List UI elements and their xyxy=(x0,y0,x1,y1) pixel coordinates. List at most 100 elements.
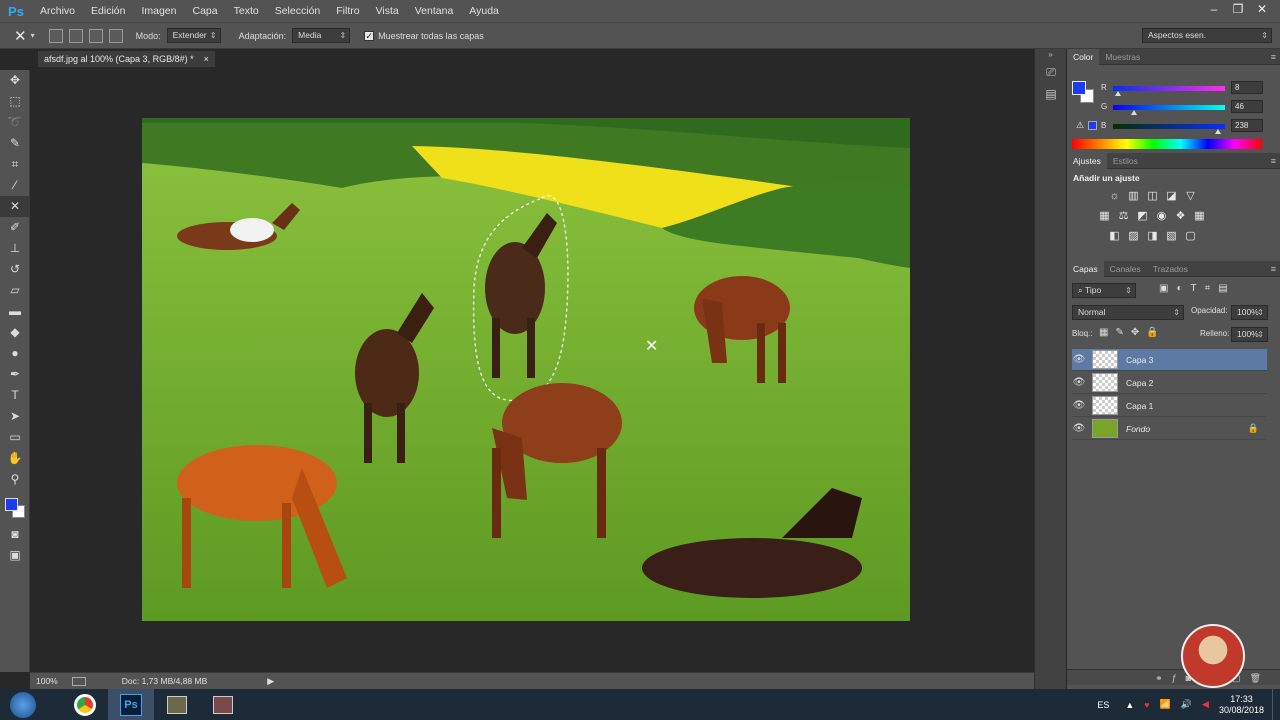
gradient-tool-icon[interactable]: ▬ xyxy=(0,301,30,322)
shape-tool-icon[interactable]: ▭ xyxy=(0,427,30,448)
color-lookup-icon[interactable]: ▦ xyxy=(1190,208,1209,225)
sample-all-checkbox[interactable]: ✓ xyxy=(364,30,375,41)
filter-adjust-icon[interactable]: ◐ xyxy=(1176,283,1190,294)
brush-size-icon[interactable] xyxy=(48,28,63,43)
posterize-icon[interactable]: ▨ xyxy=(1124,228,1143,245)
red-bar[interactable] xyxy=(1113,86,1225,91)
threshold-icon[interactable]: ◨ xyxy=(1143,228,1162,245)
lock-pixels-icon[interactable]: ✎ xyxy=(1115,327,1130,338)
document-tab[interactable]: afsdf.jpg al 100% (Capa 3, RGB/8#) * × xyxy=(38,51,215,67)
mode-new-icon[interactable] xyxy=(68,28,83,43)
tool-preset-dropdown-icon[interactable]: ▾ xyxy=(31,31,35,40)
minimize-button[interactable]: – xyxy=(1202,0,1226,20)
lasso-tool-icon[interactable]: ➰ xyxy=(0,112,30,133)
delete-layer-icon[interactable]: 🗑 xyxy=(1250,673,1270,683)
fg-color-chip[interactable] xyxy=(1072,81,1086,95)
layer-row[interactable]: 👁 Capa 2 xyxy=(1072,372,1267,394)
mode-subtract-icon[interactable] xyxy=(108,28,123,43)
marquee-tool-icon[interactable]: ⬚ xyxy=(0,91,30,112)
brush-tool-icon[interactable]: ✐ xyxy=(0,217,30,238)
visibility-eye-icon[interactable]: 👁 xyxy=(1072,354,1086,365)
screen-mode-icon[interactable]: ▣ xyxy=(0,545,30,566)
move-tool-icon[interactable]: ✥ xyxy=(0,70,30,91)
visibility-eye-icon[interactable]: 👁 xyxy=(1072,400,1086,411)
zoom-level[interactable]: 100% xyxy=(36,676,58,686)
type-tool-icon[interactable]: T xyxy=(0,385,30,406)
menu-edicion[interactable]: Edición xyxy=(83,0,133,22)
tab-styles[interactable]: Estilos xyxy=(1107,153,1144,169)
green-slider[interactable]: G 46 xyxy=(1067,100,1280,118)
color-panel-menu-icon[interactable]: ≡ xyxy=(1271,52,1276,62)
notification-icon[interactable]: ◀ xyxy=(1202,699,1209,710)
history-brush-tool-icon[interactable]: ↺ xyxy=(0,259,30,280)
tab-paths[interactable]: Trazados xyxy=(1147,261,1194,277)
filter-smart-icon[interactable]: ▤ xyxy=(1218,283,1235,294)
gradient-map-icon[interactable]: ▧ xyxy=(1162,228,1181,245)
fill-input[interactable]: 100% xyxy=(1231,327,1268,342)
close-window-button[interactable]: ✕ xyxy=(1250,0,1274,20)
blue-value-input[interactable]: 238 xyxy=(1231,119,1263,132)
curves-icon[interactable]: ◫ xyxy=(1143,188,1162,205)
brightness-icon[interactable]: ☼ xyxy=(1105,188,1124,205)
language-indicator[interactable]: ES xyxy=(1097,700,1109,710)
red-knob[interactable] xyxy=(1115,91,1121,96)
levels-icon[interactable]: ▥ xyxy=(1124,188,1143,205)
filter-pixel-icon[interactable]: ▣ xyxy=(1159,283,1176,294)
layer-row[interactable]: 👁 Fondo 🔒 xyxy=(1072,418,1267,440)
tab-adjustments[interactable]: Ajustes xyxy=(1067,152,1107,169)
dock-collapse-icon[interactable]: » xyxy=(1035,49,1066,61)
fx-icon[interactable]: ƒ xyxy=(1172,673,1186,683)
menu-ventana[interactable]: Ventana xyxy=(407,0,462,22)
adjustments-panel-menu-icon[interactable]: ≡ xyxy=(1271,156,1276,166)
color-spectrum-bar[interactable] xyxy=(1072,139,1262,149)
tray-app-icon[interactable]: ♥ xyxy=(1144,700,1149,710)
menu-vista[interactable]: Vista xyxy=(368,0,407,22)
tray-expand-icon[interactable]: ▲ xyxy=(1125,700,1134,710)
taskbar-photoshop[interactable]: Ps xyxy=(108,689,154,720)
layer-name[interactable]: Fondo xyxy=(1126,424,1150,434)
tab-layers[interactable]: Capas xyxy=(1067,260,1104,277)
image-canvas[interactable]: ✕ xyxy=(142,118,910,621)
tab-channels[interactable]: Canales xyxy=(1104,261,1147,277)
properties-panel-icon[interactable]: ▤ xyxy=(1035,83,1067,105)
green-bar[interactable] xyxy=(1113,105,1225,110)
quick-selection-tool-icon[interactable]: ✎ xyxy=(0,133,30,154)
menu-capa[interactable]: Capa xyxy=(185,0,226,22)
filter-type-icon[interactable]: T xyxy=(1191,283,1205,294)
layer-row[interactable]: 👁 Capa 3 xyxy=(1072,349,1267,371)
exposure-icon[interactable]: ◪ xyxy=(1162,188,1181,205)
photo-filter-icon[interactable]: ◉ xyxy=(1152,208,1171,225)
volume-icon[interactable]: 🔊 xyxy=(1181,699,1192,710)
workspace-select[interactable]: Aspectos esen. xyxy=(1142,28,1272,43)
clock[interactable]: 17:33 30/08/2018 xyxy=(1219,694,1264,716)
doc-info-icon[interactable] xyxy=(71,676,86,686)
pen-tool-icon[interactable]: ✒ xyxy=(0,364,30,385)
selective-color-icon[interactable]: ▢ xyxy=(1181,228,1200,245)
lock-transparency-icon[interactable]: ▦ xyxy=(1099,327,1115,338)
color-swatches[interactable] xyxy=(0,490,29,524)
link-layers-icon[interactable]: ⚭ xyxy=(1155,673,1172,683)
blue-slider[interactable]: ⚠ B 238 xyxy=(1067,119,1280,137)
mode-select[interactable]: Extender xyxy=(166,28,221,43)
lock-all-icon[interactable]: 🔒 xyxy=(1146,327,1165,338)
filter-shape-icon[interactable]: ⌗ xyxy=(1205,283,1219,294)
dodge-tool-icon[interactable]: ● xyxy=(0,343,30,364)
menu-ayuda[interactable]: Ayuda xyxy=(461,0,507,22)
layer-name[interactable]: Capa 3 xyxy=(1126,355,1153,365)
green-value-input[interactable]: 46 xyxy=(1231,100,1263,113)
path-selection-tool-icon[interactable]: ➤ xyxy=(0,406,30,427)
start-button[interactable] xyxy=(0,689,46,720)
menu-texto[interactable]: Texto xyxy=(226,0,267,22)
blur-tool-icon[interactable]: ◆ xyxy=(0,322,30,343)
visibility-eye-icon[interactable]: 👁 xyxy=(1072,423,1086,434)
eyedropper-tool-icon[interactable]: ⁄ xyxy=(0,175,30,196)
layer-name[interactable]: Capa 2 xyxy=(1126,378,1153,388)
menu-archivo[interactable]: Archivo xyxy=(32,0,83,22)
blue-knob[interactable] xyxy=(1215,129,1221,134)
layer-filter-select[interactable]: ⌕ Tipo xyxy=(1072,283,1136,298)
layer-row[interactable]: 👁 Capa 1 xyxy=(1072,395,1267,417)
status-menu-arrow-icon[interactable]: ▶ xyxy=(267,676,274,687)
crop-tool-icon[interactable]: ⌗ xyxy=(0,154,30,175)
hand-tool-icon[interactable]: ✋ xyxy=(0,448,30,469)
green-knob[interactable] xyxy=(1131,110,1137,115)
